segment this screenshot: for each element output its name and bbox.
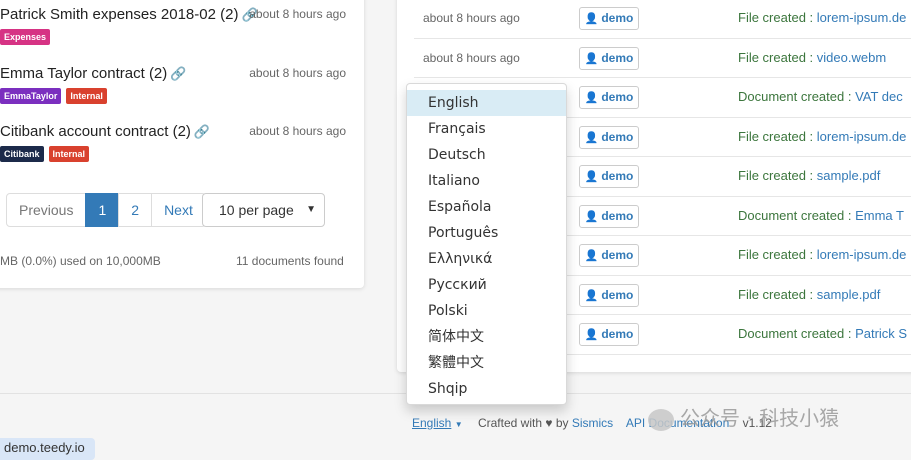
language-option[interactable]: Shqip — [407, 376, 566, 402]
user-name: demo — [601, 50, 634, 65]
user-button[interactable]: 👤 demo — [579, 46, 639, 70]
activity-message: File created : lorem-ipsum.de — [738, 128, 907, 144]
language-toggle[interactable]: English — [412, 416, 451, 430]
language-option[interactable]: Española — [407, 194, 566, 220]
previous-page-button[interactable]: Previous — [6, 193, 87, 227]
user-button[interactable]: 👤 demo — [579, 323, 639, 346]
user-name: demo — [601, 248, 634, 262]
document-title[interactable]: Patrick Smith expenses 2018-02 (2) 🔗 — [0, 6, 258, 23]
link-icon[interactable]: 🔗 — [170, 66, 186, 81]
activity-row: about 8 hours ago 👤 demo File created : vid… — [414, 39, 911, 78]
activity-target-link[interactable]: Emma T — [855, 208, 904, 223]
crafted-with-text: Crafted with — [477, 416, 542, 430]
activity-message: Document created : VAT dec — [738, 89, 903, 104]
user-name: demo — [601, 208, 634, 223]
heart-icon: ♥ — [545, 416, 553, 430]
user-icon: 👤 — [584, 171, 599, 183]
storage-quota: MB (0.0%) used on 10,000MB — [0, 254, 161, 268]
language-option[interactable]: 繁體中文 — [407, 350, 566, 376]
document-date: about 8 hours ago — [249, 7, 346, 21]
user-name: demo — [601, 129, 634, 144]
language-option[interactable]: English — [407, 90, 566, 116]
language-option[interactable]: Português — [407, 220, 566, 246]
link-icon[interactable]: 🔗 — [194, 124, 210, 139]
activity-message: File created : sample.pdf — [738, 168, 881, 183]
per-page-select[interactable]: 10 per page ▼ — [202, 193, 325, 227]
activity-message: File created : sample.pdf — [738, 286, 881, 302]
demo-url-chip[interactable]: demo.teedy.io — [0, 438, 95, 460]
activity-message: File created : video.webm — [738, 49, 887, 65]
user-button[interactable]: 👤 demo — [579, 7, 639, 30]
language-option[interactable]: Deutsch — [407, 142, 566, 168]
activity-target-link[interactable]: Patrick S — [855, 326, 907, 341]
user-button[interactable]: 👤 demo — [579, 244, 639, 267]
user-icon: 👤 — [584, 329, 599, 341]
user-name: demo — [601, 90, 634, 104]
tag-list: EmmaTaylor Internal — [0, 87, 112, 104]
document-date: about 8 hours ago — [249, 124, 346, 138]
tag-list: Citibank Internal — [0, 145, 94, 162]
page-1-button[interactable]: 1 — [85, 193, 120, 227]
by-text: by — [555, 416, 569, 430]
tag-list: Expenses — [0, 28, 55, 45]
language-option[interactable]: Ελληνικά — [407, 246, 566, 272]
language-option[interactable]: 简体中文 — [407, 324, 566, 350]
language-option[interactable]: Русский — [407, 272, 566, 298]
user-button[interactable]: 👤 demo — [579, 86, 639, 109]
next-page-button[interactable]: Next — [151, 193, 206, 227]
tag-badge[interactable]: Internal — [66, 88, 107, 104]
document-date: about 8 hours ago — [249, 66, 346, 80]
activity-target-link[interactable]: sample.pdf — [817, 287, 881, 302]
language-dropdown-menu: English Français Deutsch Italiano Española Po… — [406, 83, 567, 405]
language-option[interactable]: Italiano — [407, 168, 566, 194]
sismics-link[interactable]: Sismics — [572, 416, 613, 430]
language-option[interactable]: Français — [407, 116, 566, 142]
user-icon: 👤 — [584, 289, 599, 302]
user-icon: 👤 — [584, 52, 599, 65]
activity-target-link[interactable]: VAT dec — [855, 89, 903, 104]
activity-target-link[interactable]: lorem-ipsum.de — [817, 10, 907, 25]
page-2-button[interactable]: 2 — [118, 193, 153, 227]
activity-time: about 8 hours ago — [423, 50, 520, 65]
user-icon: 👤 — [584, 131, 599, 144]
activity-target-link[interactable]: lorem-ipsum.de — [817, 247, 907, 262]
tag-badge[interactable]: Expenses — [0, 29, 51, 45]
wechat-logo-icon — [648, 408, 674, 431]
user-button[interactable]: 👤 demo — [579, 204, 639, 228]
chevron-down-icon: ▼ — [306, 204, 316, 215]
user-icon: 👤 — [584, 250, 599, 262]
language-option[interactable]: Polski — [407, 298, 566, 324]
tag-badge[interactable]: Citibank — [0, 146, 44, 162]
pagination: Previous 1 2 Next — [6, 193, 206, 227]
user-icon: 👤 — [584, 13, 599, 25]
documents-found: 11 documents found — [236, 254, 344, 268]
activity-message: Document created : Emma T — [738, 207, 904, 223]
activity-message: File created : lorem-ipsum.de — [738, 10, 907, 25]
activity-target-link[interactable]: lorem-ipsum.de — [817, 129, 907, 144]
document-title[interactable]: Emma Taylor contract (2) 🔗 — [0, 65, 186, 82]
activity-target-link[interactable]: sample.pdf — [817, 168, 881, 183]
per-page-value: 10 per page — [219, 202, 294, 218]
user-name: demo — [601, 169, 634, 183]
watermark: 公众号 · 科技小猿 — [648, 402, 839, 431]
activity-target-link[interactable]: video.webm — [817, 50, 886, 65]
user-name: demo — [601, 327, 634, 341]
caret-down-icon: ▼ — [454, 420, 463, 429]
user-icon: 👤 — [584, 92, 599, 104]
tag-badge[interactable]: EmmaTaylor — [0, 88, 62, 104]
user-icon: 👤 — [584, 210, 599, 223]
activity-time: about 8 hours ago — [423, 11, 520, 25]
activity-row: about 8 hours ago 👤demo File created : lor… — [414, 0, 911, 39]
user-name: demo — [601, 287, 634, 302]
activity-message: Document created : Patrick S — [738, 326, 908, 341]
user-button[interactable]: 👤 demo — [579, 165, 639, 188]
tag-badge[interactable]: Internal — [48, 146, 90, 162]
activity-message: File created : lorem-ipsum.de — [738, 247, 907, 262]
user-button[interactable]: 👤 demo — [579, 283, 639, 307]
user-button[interactable]: 👤 demo — [579, 125, 639, 149]
watermark-text: 公众号 · 科技小猿 — [680, 406, 840, 430]
document-title[interactable]: Citibank account contract (2) 🔗 — [0, 123, 210, 140]
user-name: demo — [601, 11, 634, 25]
